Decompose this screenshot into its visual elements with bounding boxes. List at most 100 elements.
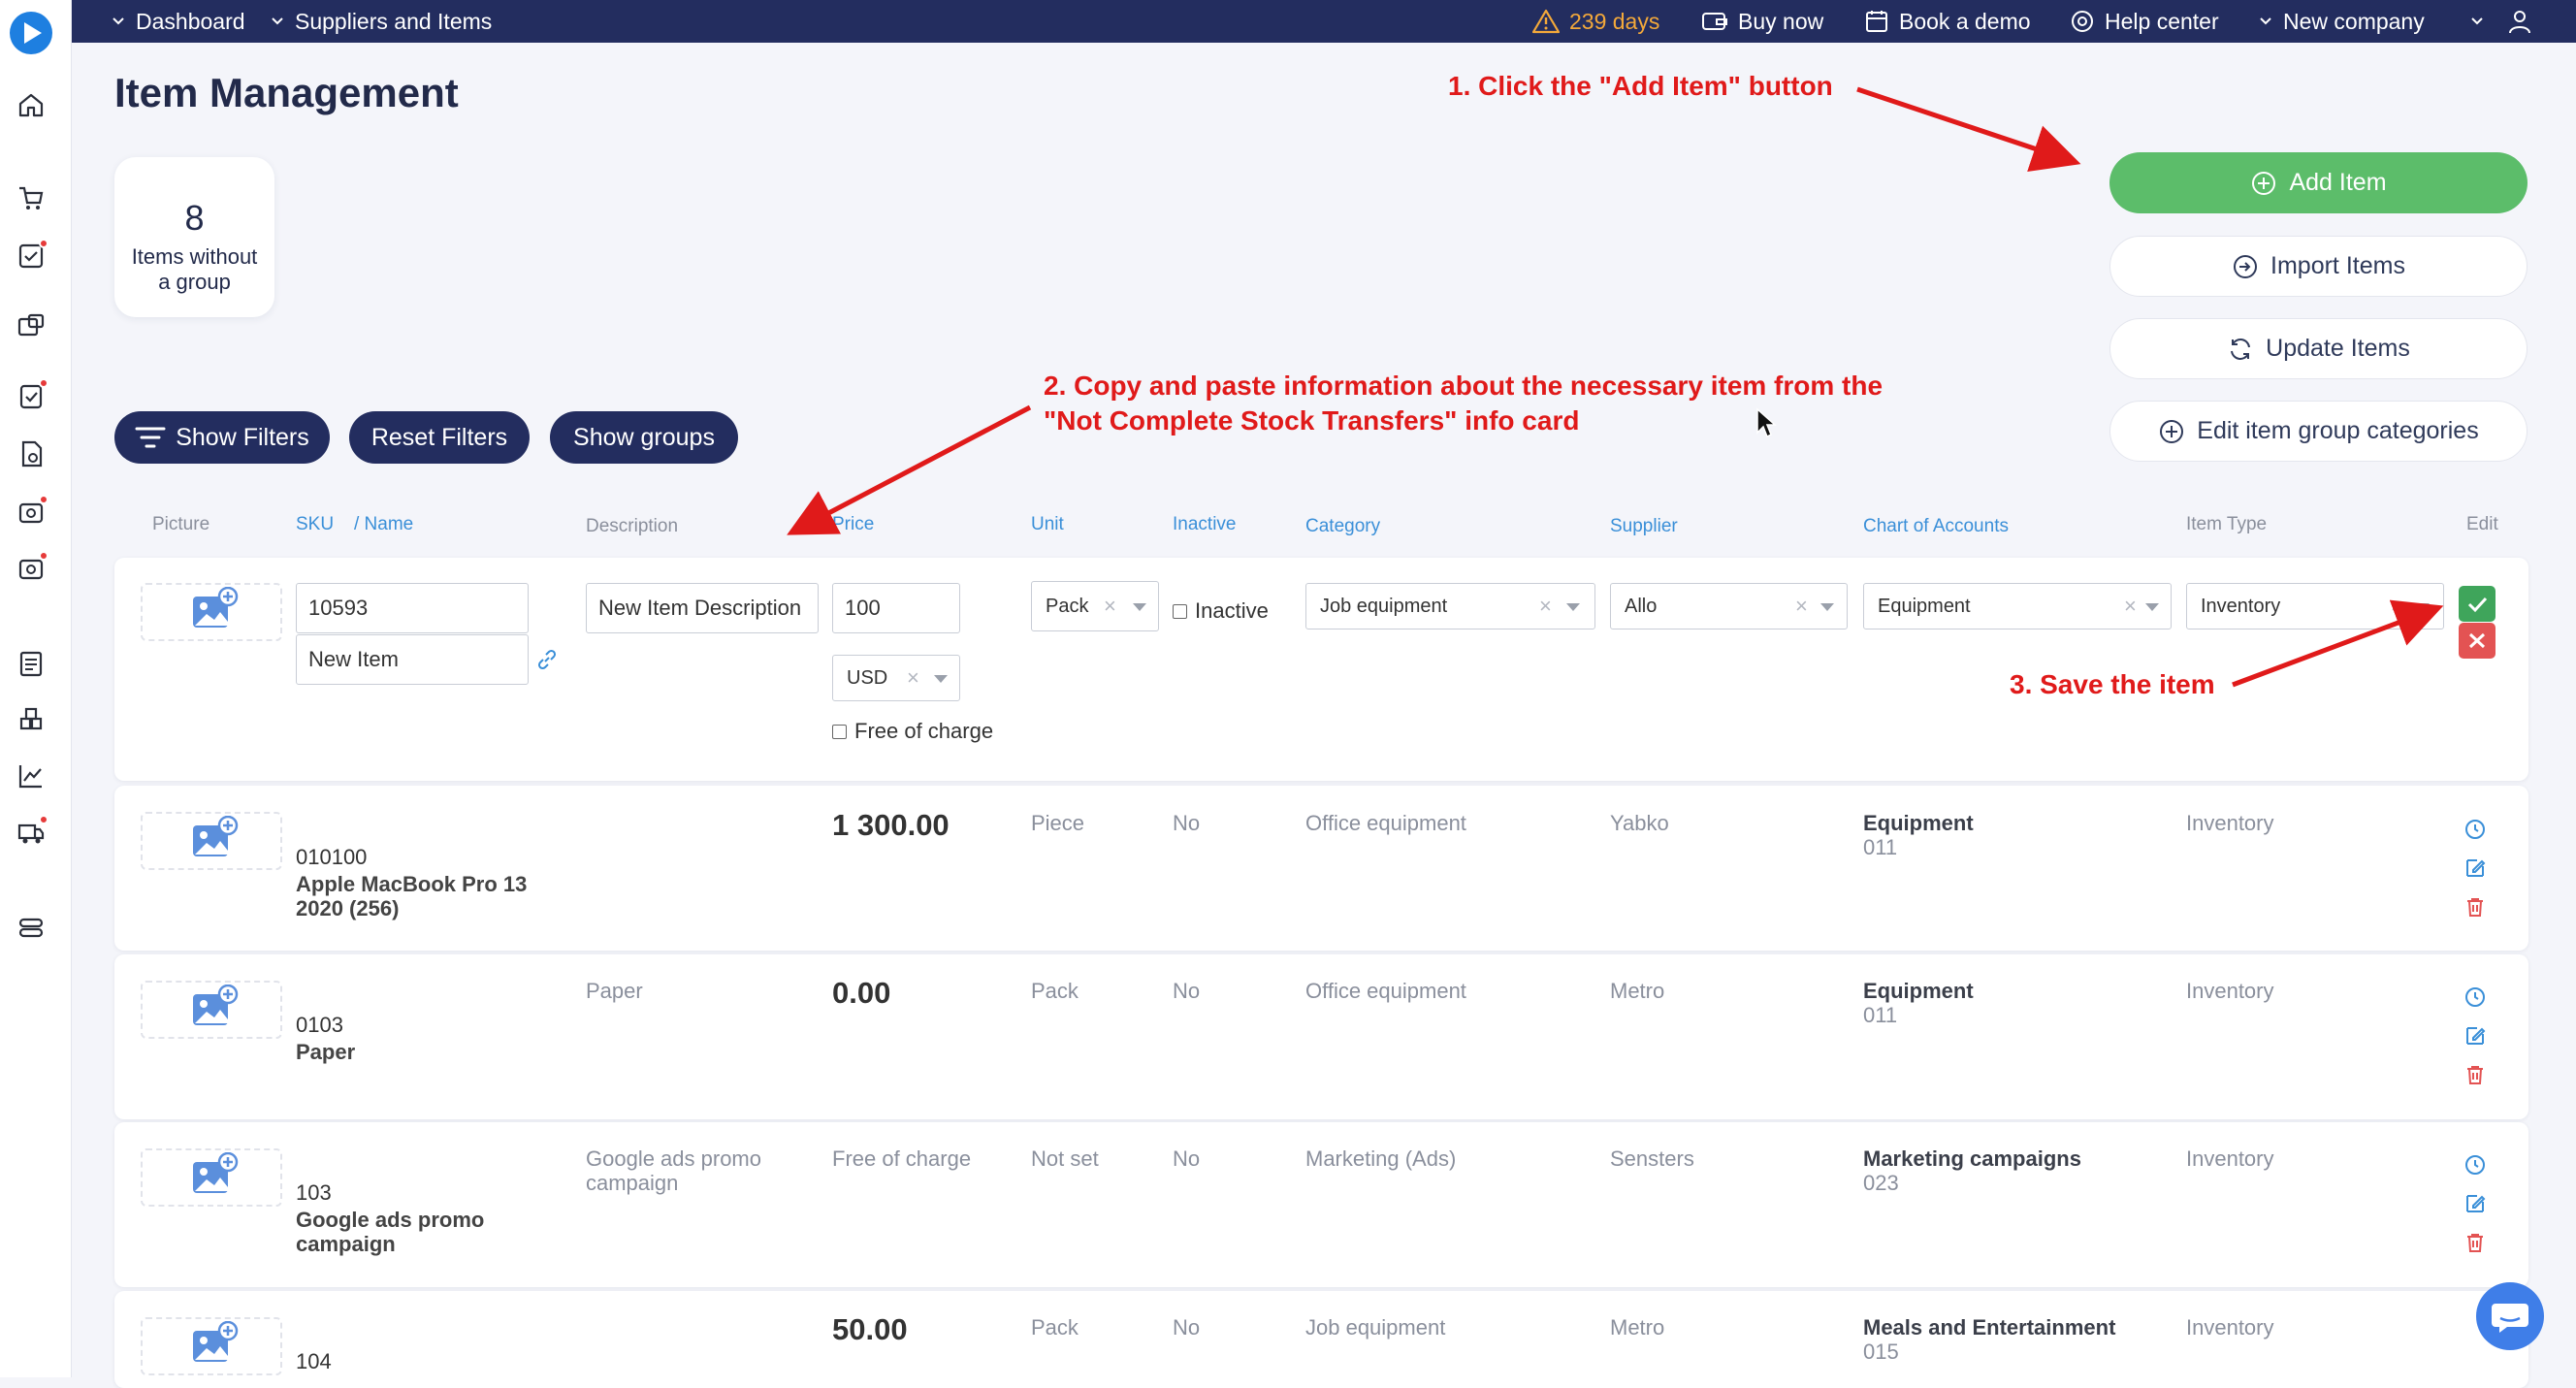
row-name: Paper [296,1040,356,1064]
import-items-label: Import Items [2270,252,2405,279]
chevron-down-icon [1133,603,1146,611]
user-menu[interactable] [2469,0,2533,43]
company-selector[interactable]: New company [2258,0,2425,43]
picture-upload[interactable] [141,1148,282,1207]
chevron-down-icon [2416,603,2430,611]
col-header-price[interactable]: Price [832,514,874,535]
col-header-accounts[interactable]: Chart of Accounts [1863,516,2009,537]
chevron-down-icon [1820,603,1834,611]
checkbox-box[interactable] [832,724,847,739]
chevron-down-icon [934,675,948,683]
breadcrumb-dashboard[interactable]: Dashboard [111,0,245,43]
add-item-label: Add Item [2289,169,2387,196]
chevron-down-icon [113,17,124,25]
trial-warning[interactable]: 239 days [1532,0,1659,43]
row-category: Office equipment [1305,811,1466,835]
row-sku: 103 [296,1180,332,1205]
clear-icon[interactable]: × [2391,594,2403,619]
checkbox-box[interactable] [1173,603,1187,619]
notification-dot [39,495,48,504]
description-input[interactable]: New Item Description [586,583,819,633]
trash-icon[interactable] [2463,1063,2487,1086]
add-item-button[interactable]: Add Item [2109,152,2528,213]
help-center-link[interactable]: Help center [2070,0,2219,43]
documents-icon[interactable] [16,438,47,469]
orders-icon[interactable] [16,239,48,272]
history-icon[interactable] [2463,818,2487,841]
items-without-group-card[interactable]: 8 Items without a group [114,157,274,317]
settings-toggle-icon[interactable] [16,912,47,943]
row-inactive: No [1173,1146,1201,1171]
annotation-step-2-cont: "Not Complete Stock Transfers" info card [1044,405,1580,436]
row-price: Free of charge [832,1146,972,1171]
import-items-button[interactable]: Import Items [2109,236,2528,297]
currency-select[interactable]: USD × [832,655,960,701]
clear-icon[interactable]: × [2124,594,2137,619]
history-icon[interactable] [2463,1153,2487,1177]
update-items-button[interactable]: Update Items [2109,318,2528,379]
suppliers-icon[interactable] [16,310,47,341]
item-type-select[interactable]: Inventory × [2186,583,2444,629]
save-item-button[interactable] [2459,586,2496,622]
col-header-name[interactable]: / Name [354,514,413,535]
edit-group-categories-button[interactable]: Edit item group categories [2109,401,2528,462]
trash-icon[interactable] [2463,895,2487,919]
link-icon[interactable] [535,648,559,671]
sku-input[interactable]: 10593 [296,583,529,633]
row-item-type: Inventory [2186,1315,2274,1340]
buy-now-label: Buy now [1738,8,1824,34]
add-image-icon [193,985,239,1025]
picture-upload[interactable] [141,812,282,870]
edit-icon[interactable] [2463,1024,2487,1048]
col-header-unit[interactable]: Unit [1031,514,1064,535]
reset-filters-button[interactable]: Reset Filters [349,411,530,464]
row-account-name: Marketing campaigns [1863,1146,2081,1171]
trash-icon[interactable] [2463,1231,2487,1254]
buy-now-link[interactable]: Buy now [1701,0,1823,43]
page-title: Item Management [114,70,459,115]
tasks-icon[interactable] [16,378,48,411]
col-header-sku[interactable]: SKU [296,514,334,535]
row-name: Google ads promo [296,1208,485,1232]
inventory-icon[interactable] [16,704,47,735]
annotation-step-3: 3. Save the item [2010,669,2215,699]
edit-icon[interactable] [2463,856,2487,880]
cancel-item-button[interactable] [2459,623,2496,659]
stock-icon[interactable] [16,495,48,528]
picture-upload[interactable] [141,583,282,641]
clear-icon[interactable]: × [1104,594,1116,619]
row-account-name: Equipment [1863,811,1974,835]
inactive-checkbox[interactable]: Inactive [1173,598,1269,624]
reports-icon[interactable] [16,648,47,679]
chat-widget-button[interactable] [2476,1282,2544,1350]
show-groups-button[interactable]: Show groups [550,411,738,464]
free-of-charge-checkbox[interactable]: Free of charge [832,719,993,744]
home-icon[interactable] [16,89,47,120]
col-header-supplier[interactable]: Supplier [1610,516,1678,537]
transfers-icon[interactable] [16,551,48,584]
history-icon[interactable] [2463,985,2487,1009]
picture-upload[interactable] [141,981,282,1039]
account-select[interactable]: Equipment × [1863,583,2172,629]
arrow-step-1 [1856,86,2081,173]
analytics-icon[interactable] [16,760,47,791]
book-demo-link[interactable]: Book a demo [1864,0,2031,43]
breadcrumb-suppliers[interactable]: Suppliers and Items [270,0,492,43]
clear-icon[interactable]: × [1539,594,1552,619]
col-header-category[interactable]: Category [1305,516,1380,537]
picture-upload[interactable] [141,1317,282,1375]
unit-select[interactable]: Pack × [1031,581,1159,631]
cart-icon[interactable] [16,182,47,213]
delivery-icon[interactable] [16,815,48,848]
row-price: 50.00 [832,1312,908,1346]
category-select[interactable]: Job equipment × [1305,583,1595,629]
clear-icon[interactable]: × [907,665,919,691]
name-input[interactable]: New Item [296,634,529,685]
show-filters-button[interactable]: Show Filters [114,411,330,464]
clear-icon[interactable]: × [1795,594,1808,619]
edit-icon[interactable] [2463,1192,2487,1215]
app-logo[interactable] [10,12,52,54]
col-header-inactive[interactable]: Inactive [1173,514,1236,535]
supplier-select[interactable]: Allo × [1610,583,1848,629]
price-input[interactable]: 100 [832,583,960,633]
